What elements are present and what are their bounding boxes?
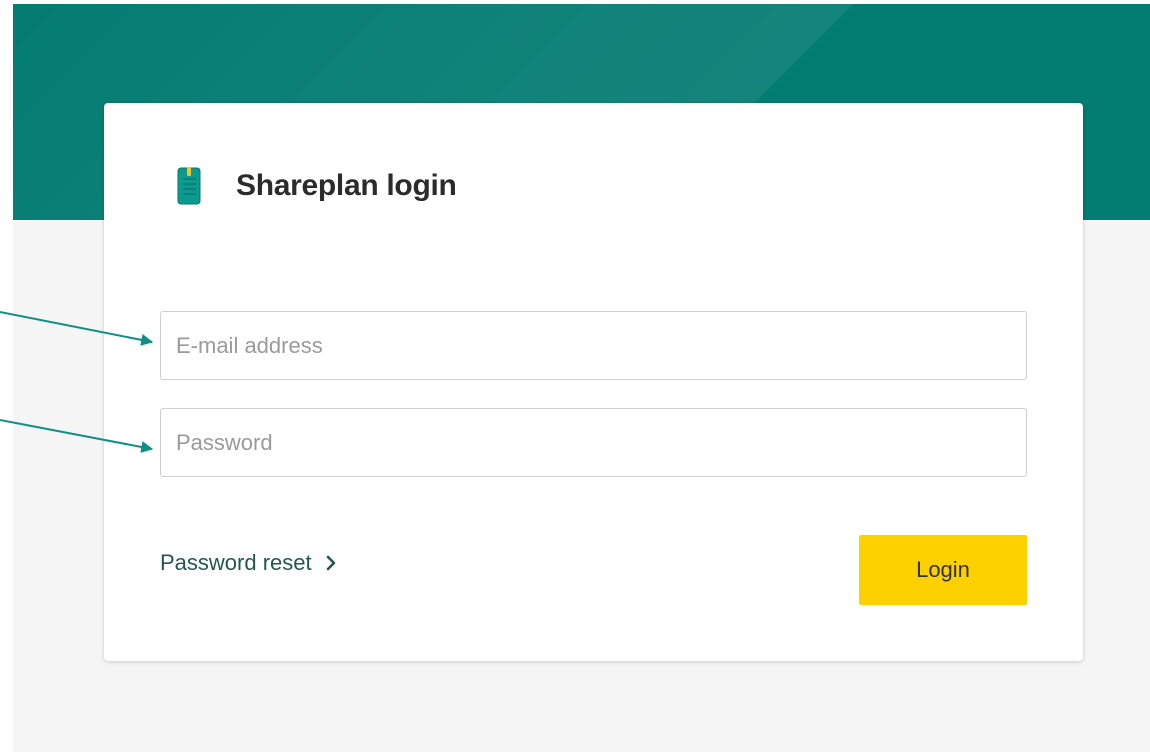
screenshot-canvas: Shareplan login Password reset Login: [0, 0, 1150, 752]
email-field[interactable]: [160, 311, 1027, 380]
notebook-icon: [177, 167, 201, 205]
password-reset-link[interactable]: Password reset: [160, 550, 337, 576]
chevron-right-icon: [326, 555, 335, 571]
page-title: Shareplan login: [236, 169, 457, 202]
password-reset-label: Password reset: [160, 550, 312, 575]
login-card: Shareplan login Password reset Login: [104, 103, 1083, 661]
password-field[interactable]: [160, 408, 1027, 477]
card-header: Shareplan login: [176, 167, 457, 205]
login-button[interactable]: Login: [859, 535, 1027, 605]
